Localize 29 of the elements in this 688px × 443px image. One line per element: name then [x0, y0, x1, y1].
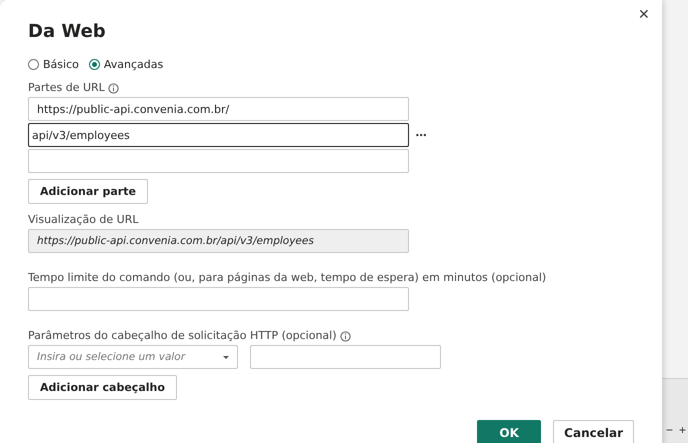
- radio-label: Avançadas: [104, 58, 164, 71]
- url-part-field[interactable]: [28, 149, 409, 173]
- field-label: Visualização de URL: [28, 213, 138, 227]
- add-header-button[interactable]: Adicionar cabeçalho: [28, 375, 177, 400]
- ok-button[interactable]: OK: [477, 420, 542, 443]
- field-label: Partes de URL: [28, 81, 105, 95]
- caret-icon: [223, 356, 229, 358]
- header-value-field[interactable]: [250, 345, 441, 369]
- add-part-button[interactable]: Adicionar parte: [28, 179, 148, 204]
- radio-option[interactable]: Avançadas: [88, 58, 164, 71]
- field-label: Parâmetros do cabeçalho de solicitação HTTP (opcional): [28, 329, 337, 343]
- cancel-button[interactable]: Cancelar: [553, 420, 634, 443]
- zoom-button[interactable]: −: [664, 423, 675, 437]
- radio-label: Básico: [43, 58, 79, 71]
- header-name-dropdown[interactable]: Insira ou selecione um valor: [28, 345, 238, 369]
- more-options-icon[interactable]: •••: [415, 130, 426, 140]
- url-preview-field: https://public-api.convenia.com.br/api/v3/employees: [28, 229, 409, 253]
- field-label: Tempo limite do comando (ou, para páginas da web, tempo de espera) em minutos (opcional): [28, 271, 546, 285]
- zoom-button[interactable]: +: [676, 423, 688, 437]
- url-part-field[interactable]: https://public-api.convenia.com.br/: [28, 97, 409, 121]
- timeout-field[interactable]: [28, 287, 409, 311]
- dialog-title: Da Web: [28, 20, 106, 44]
- radio-icon[interactable]: [28, 59, 39, 70]
- info-icon[interactable]: [340, 330, 351, 342]
- url-part-field[interactable]: api/v3/employees: [28, 123, 409, 147]
- radio-option[interactable]: Básico: [28, 58, 79, 71]
- close-button[interactable]: ✕: [634, 4, 654, 24]
- radio-icon[interactable]: [88, 59, 100, 70]
- info-icon[interactable]: [108, 82, 119, 94]
